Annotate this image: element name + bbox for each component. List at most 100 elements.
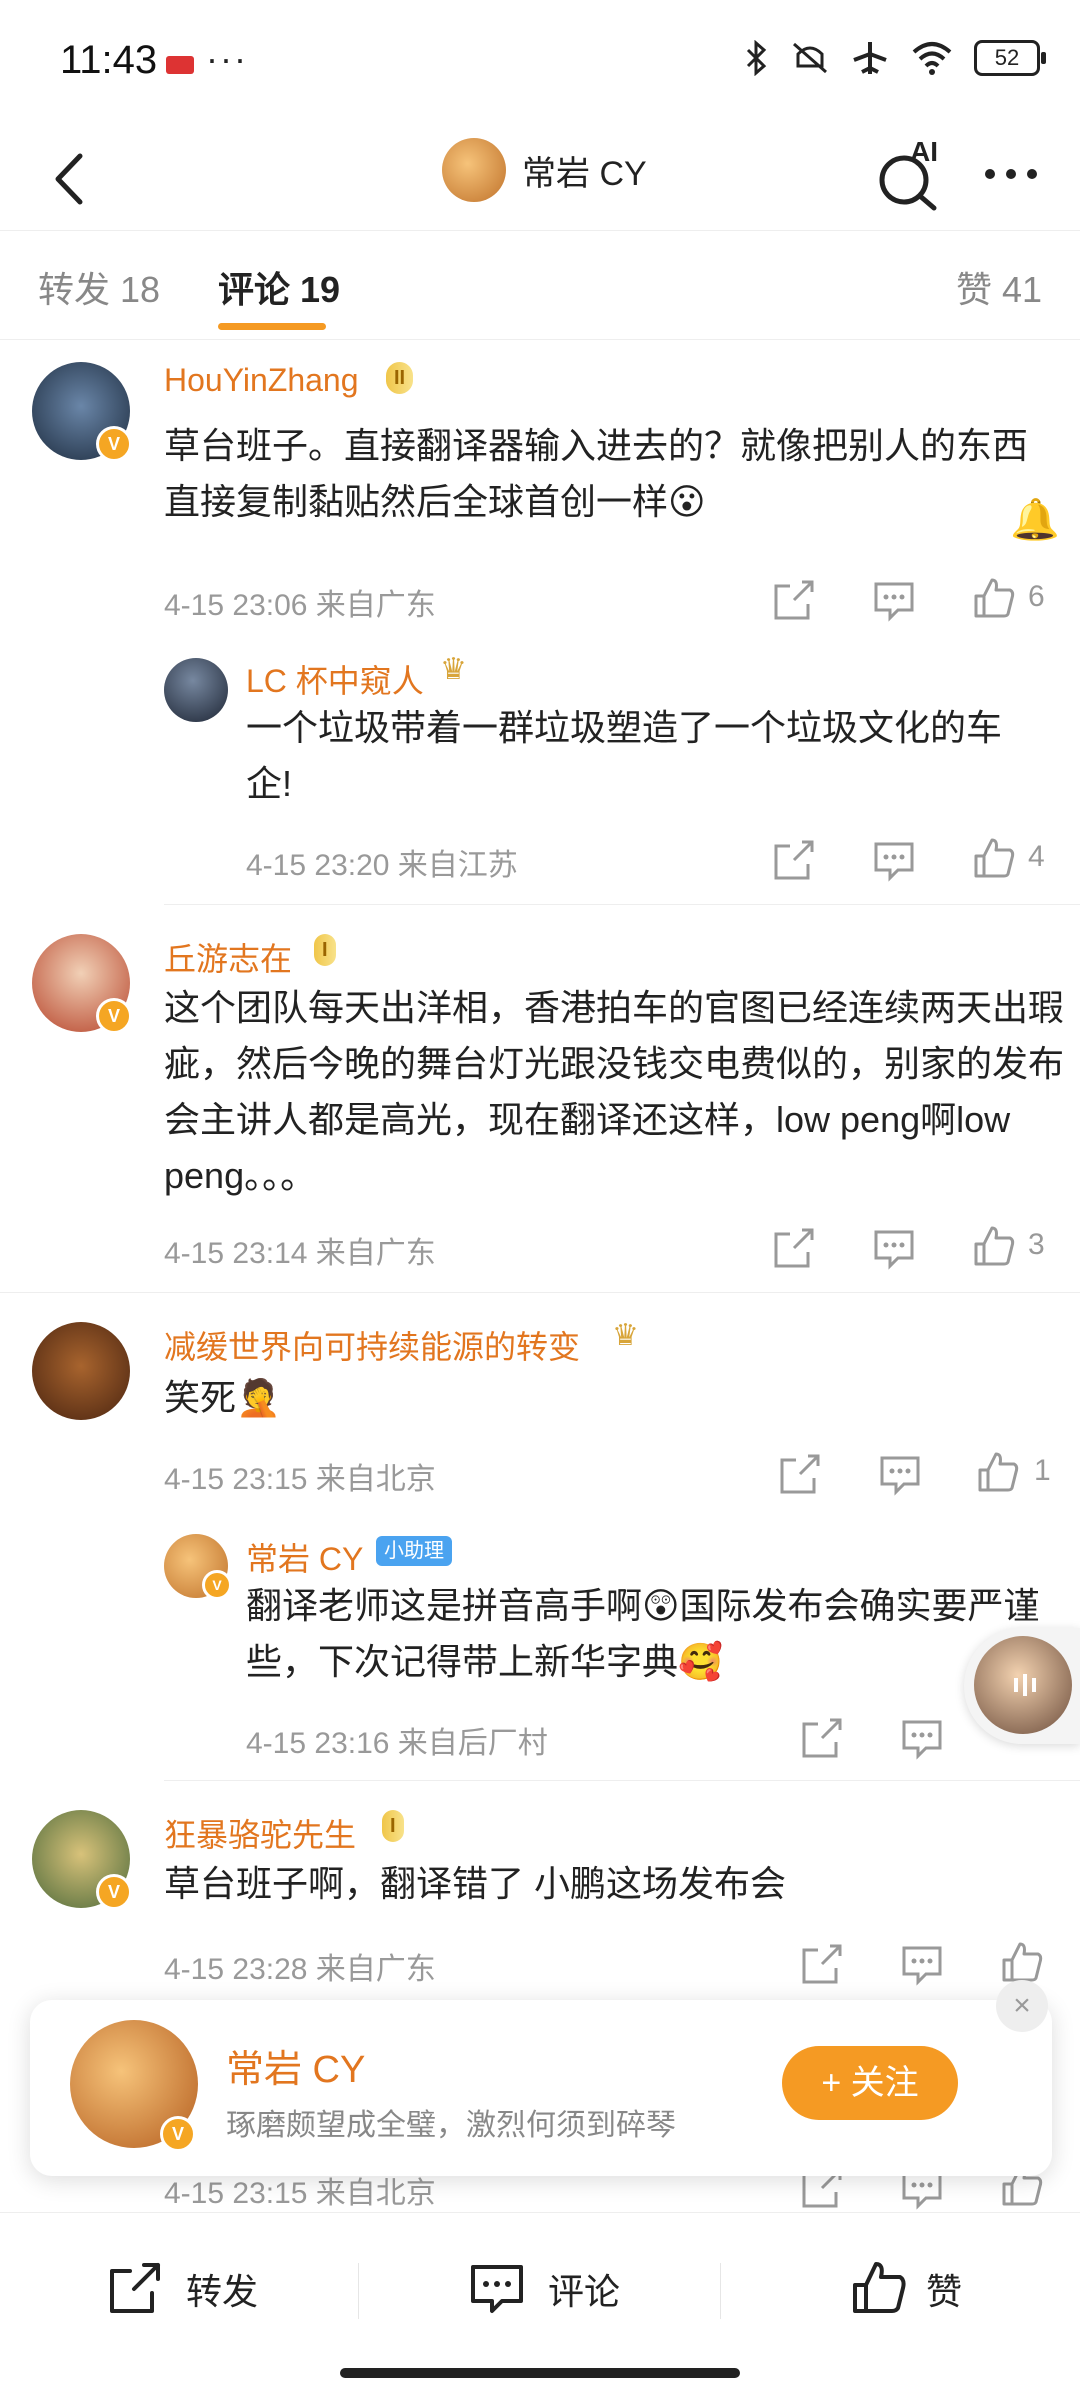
reply-body: 翻译老师这是拼音高手啊 (246, 1585, 643, 1626)
wifi-icon (912, 42, 952, 75)
reply-text: 一个垃圾带着一群垃圾塑造了一个垃圾文化的车企! (246, 707, 1003, 804)
like-icon[interactable] (972, 1224, 1016, 1268)
interaction-tabs: 转发 18 评论 19 赞 41 (0, 230, 1080, 340)
divider (358, 2263, 359, 2319)
more-options-icon[interactable] (976, 144, 1046, 204)
like-icon[interactable] (972, 836, 1016, 880)
audio-wave-icon (1014, 1674, 1036, 1696)
like-icon[interactable] (850, 2259, 908, 2317)
rank-badge: I (382, 1810, 404, 1842)
share-icon[interactable] (772, 838, 816, 882)
divider (164, 904, 1080, 905)
comment-text: 草台班子啊，翻译错了 小鹏这场发布会 (164, 1863, 787, 1904)
comment-text: 草台班子。直接翻译器输入进去的？就像把别人的东西直接复制黏贴然后全球首创一样😮 (164, 418, 1044, 530)
bottom-action-bar: 转发 评论 赞 (0, 2212, 1080, 2363)
rank-badge: II (386, 362, 414, 394)
username[interactable]: LC 杯中窥人 (246, 656, 424, 702)
top-navigation-bar: 常岩 CY AI (0, 130, 1080, 230)
more-notifications-indicator: ··· (206, 38, 248, 79)
reply-icon[interactable] (900, 1942, 944, 1986)
follow-suggestion-card: V 常岩 CY 琢磨颇望成全璧，激烈何须到碎琴 + 关注 (30, 2000, 1052, 2176)
author-name[interactable]: 常岩 CY (226, 2038, 365, 2093)
ai-label: AI (910, 136, 938, 167)
verified-badge-icon: V (202, 1570, 232, 1600)
comment-text: 这个团队每天出洋相，香港拍车的官图已经连续两天出瑕疵，然后今晚的舞台灯光跟没钱交… (164, 987, 1065, 1196)
back-arrow-icon[interactable] (36, 144, 106, 214)
username[interactable]: 减缓世界向可持续能源的转变 (164, 1322, 580, 1368)
verified-badge-icon: V (160, 2116, 196, 2152)
share-icon[interactable] (772, 578, 816, 622)
comment-meta: 4-15 23:20 来自江苏 (246, 849, 518, 882)
comment-meta: 4-15 23:15 来自北京 (164, 1463, 436, 1496)
tab-like[interactable]: 赞 41 (956, 261, 1042, 313)
ai-search-icon[interactable]: AI (874, 136, 944, 212)
reply-text: 翻译老师这是拼音高手啊😲国际发布会确实要严谨些，下次记得带上新华字典🥰 (246, 1578, 1046, 1690)
tab-comment[interactable]: 评论 19 (218, 261, 340, 313)
verified-badge-icon: V (96, 998, 132, 1034)
like-button-label[interactable]: 赞 (926, 2263, 962, 2315)
home-indicator (340, 2368, 740, 2378)
crown-badge-icon: ♛ (612, 1319, 639, 1352)
username[interactable]: 常岩 CY (246, 1534, 363, 1580)
comment-body: 草台班子。直接翻译器输入进去的？就像把别人的东西直接复制黏贴然后全球首创一样 (164, 425, 1029, 522)
comment-text: 笑死🤦 (164, 1370, 1044, 1426)
airplane-mode-icon (853, 42, 887, 74)
comment-icon[interactable] (468, 2259, 526, 2317)
avatar[interactable] (32, 1322, 130, 1420)
like-icon[interactable] (972, 576, 1016, 620)
rank-badge: I (314, 934, 336, 966)
close-icon[interactable]: × (996, 1980, 1048, 2032)
like-count: 3 (1028, 1228, 1045, 1261)
verified-badge-icon: V (96, 426, 132, 462)
emoji: 🥰 (678, 1641, 723, 1682)
share-icon[interactable] (800, 1942, 844, 1986)
username[interactable]: 狂暴骆驼先生 (164, 1810, 356, 1856)
emoji: 😮 (668, 481, 706, 522)
bluetooth-icon (746, 40, 767, 76)
like-count: 4 (1028, 840, 1045, 873)
follow-button[interactable]: + 关注 (782, 2046, 958, 2120)
reply-icon[interactable] (872, 838, 916, 882)
assistant-badge: 小助理 (376, 1536, 452, 1566)
battery-indicator: 52 (974, 40, 1046, 76)
like-count: 1 (1034, 1454, 1051, 1487)
repost-icon[interactable] (106, 2259, 164, 2317)
comment-body: 笑死 (164, 1377, 237, 1418)
reply-icon[interactable] (900, 1716, 944, 1760)
tab-repost[interactable]: 转发 18 (38, 261, 160, 313)
username[interactable]: HouYinZhang (164, 362, 359, 399)
share-icon[interactable] (772, 1226, 816, 1270)
author-bio: 琢磨颇望成全璧，激烈何须到碎琴 (226, 2109, 676, 2142)
like-icon[interactable] (976, 1450, 1020, 1494)
divider (164, 1780, 1080, 1781)
reply-icon[interactable] (872, 578, 916, 622)
author-name[interactable]: 常岩 CY (522, 146, 647, 195)
comment-meta: 4-15 23:28 来自广东 (164, 1953, 436, 1986)
reply-icon[interactable] (872, 1226, 916, 1270)
share-icon[interactable] (800, 1716, 844, 1760)
emoji: 😲 (642, 1585, 680, 1626)
share-icon[interactable] (778, 1452, 822, 1496)
floating-video-bubble[interactable] (964, 1628, 1080, 1744)
like-icon[interactable] (1000, 1940, 1044, 1984)
comment-button-label[interactable]: 评论 (548, 2263, 620, 2315)
crown-badge-icon: ♛ (440, 653, 467, 686)
comment-meta: 4-15 23:06 来自广东 (164, 589, 436, 622)
divider (0, 1292, 1080, 1293)
avatar[interactable] (164, 658, 228, 722)
comment-meta: 4-15 23:16 来自后厂村 (246, 1727, 548, 1760)
verified-badge-icon: V (96, 1874, 132, 1910)
author-avatar[interactable] (442, 138, 506, 202)
comment-meta: 4-15 23:14 来自广东 (164, 1237, 436, 1270)
status-bar: 11:43 ··· 52 (0, 0, 1080, 130)
divider (720, 2263, 721, 2319)
bell-decoration-icon: 🔔 (1010, 498, 1060, 542)
reply-icon[interactable] (878, 1452, 922, 1496)
app-notification-icon (166, 56, 194, 74)
username[interactable]: 丘游志在 (164, 934, 292, 980)
active-tab-indicator (218, 323, 326, 330)
like-count: 6 (1028, 580, 1045, 613)
repost-button-label[interactable]: 转发 (186, 2263, 258, 2315)
mute-icon (793, 42, 827, 74)
emoji: 🤦 (236, 1377, 281, 1418)
